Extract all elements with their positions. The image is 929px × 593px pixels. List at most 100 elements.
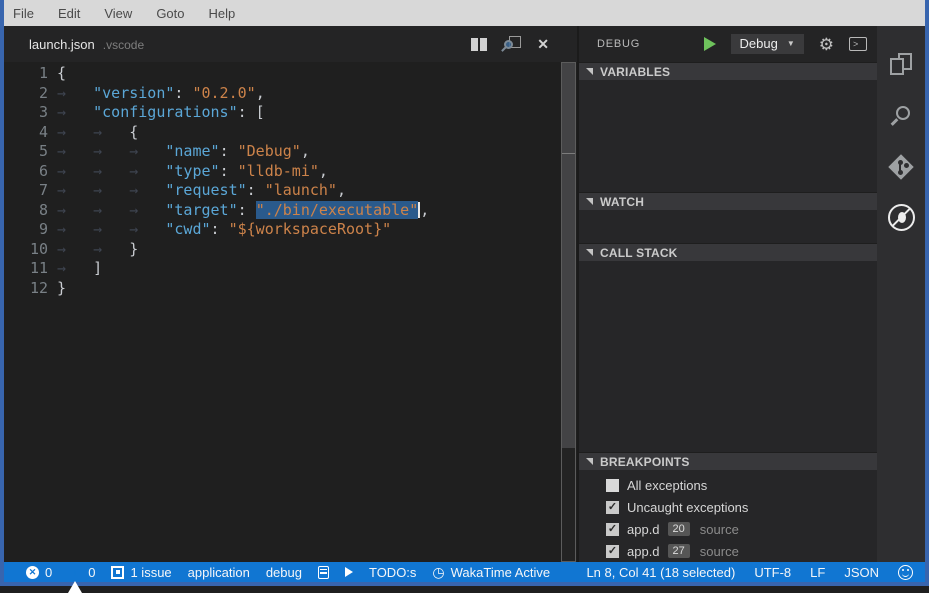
project-file-item[interactable]: [318, 566, 329, 579]
explorer-tab[interactable]: [877, 39, 925, 90]
close-icon[interactable]: ✕: [537, 37, 549, 51]
menu-goto[interactable]: Goto: [156, 6, 184, 21]
breakpoint-item[interactable]: ✓app.d27source: [579, 540, 877, 562]
breakpoint-item[interactable]: ✓app.d20source: [579, 518, 877, 540]
line-number: 8: [4, 201, 48, 221]
activity-bar: [877, 26, 925, 562]
section-breakpoints[interactable]: BREAKPOINTS: [579, 452, 877, 470]
wakatime-item[interactable]: ◷ WakaTime Active: [432, 565, 550, 580]
cursor-position[interactable]: Ln 8, Col 41 (18 selected): [586, 565, 735, 580]
code-editor[interactable]: 1{2→ "version": "0.2.0",3→ "configuratio…: [4, 62, 577, 562]
code-line[interactable]: 3→ "configurations": [: [4, 103, 577, 123]
split-editor-icon[interactable]: [471, 38, 487, 51]
code-line[interactable]: 12}: [4, 279, 577, 299]
twistie-icon: [586, 68, 593, 75]
source-control-tab[interactable]: [877, 141, 925, 192]
line-number: 2: [4, 84, 48, 104]
code-line[interactable]: 11→ ]: [4, 259, 577, 279]
editor-group: launch.json.vscode ✕ 1{2→ "version": "0.…: [4, 26, 577, 562]
project-file-icon: [318, 566, 329, 579]
todo-item[interactable]: TODO:s: [369, 565, 416, 580]
scrollbar-thumb[interactable]: [562, 63, 575, 448]
language-selector[interactable]: JSON: [844, 565, 879, 580]
debug-tab[interactable]: [877, 192, 925, 243]
search-icon: [890, 105, 912, 127]
tab-launch-json[interactable]: launch.json.vscode: [29, 37, 144, 52]
debug-sidebar: DEBUG Debug ▼ ⚙ > VARIABLES WATCH: [577, 26, 877, 562]
tab-title: launch.json: [29, 37, 95, 52]
section-call-stack[interactable]: CALL STACK: [579, 243, 877, 261]
line-number: 10: [4, 240, 48, 260]
gear-icon[interactable]: ⚙: [819, 36, 834, 53]
debug-panel-header: DEBUG Debug ▼ ⚙ >: [579, 26, 877, 62]
line-number: 7: [4, 181, 48, 201]
checkbox-checked[interactable]: ✓: [606, 545, 619, 558]
editor-titlebar: launch.json.vscode ✕: [4, 26, 577, 62]
debug-console-icon[interactable]: >: [849, 37, 867, 51]
open-preview-icon[interactable]: [503, 36, 521, 52]
chevron-down-icon: ▼: [787, 39, 795, 48]
encoding-selector[interactable]: UTF-8: [754, 565, 791, 580]
line-number: 3: [4, 103, 48, 123]
line-number: 5: [4, 142, 48, 162]
code-line[interactable]: 9→ → → "cwd": "${workspaceRoot}": [4, 220, 577, 240]
menu-edit[interactable]: Edit: [58, 6, 80, 21]
menu-help[interactable]: Help: [209, 6, 236, 21]
build-type-selector[interactable]: application: [188, 565, 250, 580]
breakpoint-label: app.d: [627, 522, 660, 537]
status-bar: ✕ 0 ! 0 1 issue application debug TODO:s…: [4, 562, 925, 582]
clock-icon: ◷: [432, 565, 444, 579]
variables-body: [579, 80, 877, 192]
checkbox-checked[interactable]: ✓: [606, 523, 619, 536]
feedback-item[interactable]: [898, 565, 913, 580]
error-icon: ✕: [26, 566, 39, 579]
eol-selector[interactable]: LF: [810, 565, 825, 580]
breakpoint-item[interactable]: ✓ Uncaught exceptions: [579, 496, 877, 518]
issues-icon: [111, 566, 124, 579]
breakpoint-label: All exceptions: [627, 478, 707, 493]
editor-scrollbar[interactable]: [561, 62, 576, 562]
menu-bar: File Edit View Goto Help: [4, 0, 925, 26]
build-config-selector[interactable]: debug: [266, 565, 302, 580]
code-line[interactable]: 1{: [4, 64, 577, 84]
breakpoint-detail: source: [700, 544, 739, 559]
section-watch[interactable]: WATCH: [579, 192, 877, 210]
breakpoint-item[interactable]: All exceptions: [579, 474, 877, 496]
git-branch-icon: [888, 154, 913, 179]
menu-file[interactable]: File: [13, 6, 34, 21]
breakpoint-label: Uncaught exceptions: [627, 500, 748, 515]
line-number: 12: [4, 279, 48, 299]
vscode-window: File Edit View Goto Help launch.json.vsc…: [0, 0, 929, 586]
code-line[interactable]: 8→ → → "target": "./bin/executable",: [4, 201, 577, 221]
warning-icon: !: [68, 566, 82, 578]
code-line[interactable]: 6→ → → "type": "lldb-mi",: [4, 162, 577, 182]
section-variables[interactable]: VARIABLES: [579, 62, 877, 80]
menu-view[interactable]: View: [104, 6, 132, 21]
checkbox-checked[interactable]: ✓: [606, 501, 619, 514]
search-tab[interactable]: [877, 90, 925, 141]
line-badge: 20: [668, 522, 690, 536]
twistie-icon: [586, 458, 593, 465]
run-project-button[interactable]: [345, 567, 353, 577]
run-arrow-icon: [345, 567, 353, 577]
smiley-icon: [898, 565, 913, 580]
line-number: 9: [4, 220, 48, 240]
code-line[interactable]: 4→ → {: [4, 123, 577, 143]
debug-icon: [888, 204, 915, 231]
debug-config-dropdown[interactable]: Debug ▼: [731, 34, 804, 54]
checkbox-unchecked[interactable]: [606, 479, 619, 492]
call-stack-body: [579, 261, 877, 452]
scrollbar-marker: [562, 153, 575, 154]
warning-count[interactable]: ! 0: [68, 565, 95, 580]
files-icon: [889, 53, 913, 77]
start-debug-button[interactable]: [704, 37, 716, 51]
breakpoints-body: All exceptions✓Uncaught exceptions✓app.d…: [579, 470, 877, 562]
code-line[interactable]: 10→ → }: [4, 240, 577, 260]
line-number: 11: [4, 259, 48, 279]
debug-config-value: Debug: [740, 36, 778, 51]
code-line[interactable]: 2→ "version": "0.2.0",: [4, 84, 577, 104]
code-line[interactable]: 7→ → → "request": "launch",: [4, 181, 577, 201]
error-count[interactable]: ✕ 0: [26, 565, 52, 580]
issues-item[interactable]: 1 issue: [111, 565, 171, 580]
code-line[interactable]: 5→ → → "name": "Debug",: [4, 142, 577, 162]
